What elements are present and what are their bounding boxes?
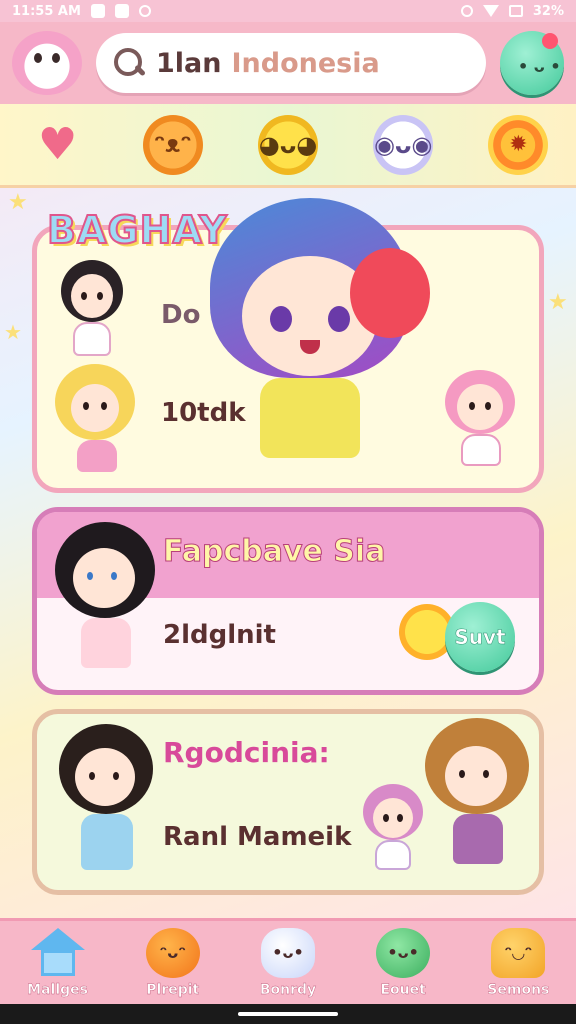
nav-label: Mallges <box>27 981 88 998</box>
chibi-character <box>421 718 531 878</box>
chibi-character <box>55 364 141 474</box>
card-value: 2ldglnit <box>163 620 276 650</box>
star-sticker: ★ <box>8 190 28 215</box>
battery-icon <box>508 5 523 17</box>
card-title: Rgodcinia: <box>163 736 330 769</box>
card-title: Fapcbave Sia <box>162 534 386 570</box>
status-bar: 11:55 AM 32% <box>0 0 576 22</box>
bear-icon[interactable]: ᵔᴥᵔ <box>142 114 203 175</box>
status-left: 11:55 AM <box>12 4 151 19</box>
avatar[interactable] <box>12 31 82 95</box>
nav-item-orange[interactable]: ᵔᴗᵔ Plrepit <box>123 927 223 998</box>
ghost-icon[interactable]: ◉ᴗ◉ <box>373 114 434 175</box>
save-button[interactable]: Suvt <box>445 602 515 672</box>
chibi-character <box>53 724 163 884</box>
bottom-navigation: Mallges ᵔᴗᵔ Plrepit •ᴗ• Bonrdy •ᴗ• Eouet… <box>0 918 576 1004</box>
search-bar[interactable]: 1lan Indonesia <box>96 33 486 93</box>
slime-face-icon: • ᴗ • <box>518 57 561 76</box>
star-sticker: ★ <box>4 320 22 344</box>
location-icon <box>460 5 473 17</box>
category-strip: ♥ ᵔᴥᵔ ◕ᴗ◕ ◉ᴗ◉ ✹ <box>0 104 576 188</box>
search-input[interactable]: 1lan Indonesia <box>156 48 380 79</box>
status-time: 11:55 AM <box>12 3 81 19</box>
nav-label: Eouet <box>380 981 426 998</box>
battery-level: 32% <box>532 3 564 19</box>
chick-icon[interactable]: ◕ᴗ◕ <box>257 114 318 175</box>
search-prefix: 1lan <box>156 47 222 79</box>
nav-label: Plrepit <box>146 981 200 998</box>
nav-item-home[interactable]: Mallges <box>8 927 108 998</box>
elephant-icon[interactable]: ᵔ◡ᵔ <box>491 927 546 978</box>
nav-label: Bonrdy <box>259 981 317 998</box>
notification-icon <box>90 4 105 18</box>
settings-icon <box>138 5 151 17</box>
status-right: 32% <box>460 3 564 19</box>
app-icon <box>114 4 129 18</box>
nav-item-apple[interactable]: •ᴗ• Eouet <box>353 927 453 998</box>
recommended-card[interactable]: Rgodcinia: Ranl Mameik <box>32 709 544 895</box>
cloud-icon[interactable]: •ᴗ• <box>260 927 315 978</box>
card-value: Ranl Mameik <box>163 822 352 852</box>
apple-icon[interactable]: •ᴗ• <box>376 927 431 978</box>
nav-item-cloud[interactable]: •ᴗ• Bonrdy <box>238 927 338 998</box>
chibi-character <box>441 370 521 470</box>
search-icon[interactable] <box>112 46 146 80</box>
heart-icon[interactable]: ♥ <box>28 115 88 175</box>
wifi-icon <box>482 5 499 17</box>
orange-icon[interactable]: ᵔᴗᵔ <box>145 927 200 978</box>
hero-character <box>190 188 430 468</box>
system-navigation-bar <box>0 1004 576 1024</box>
chibi-character <box>57 260 127 360</box>
favorite-card[interactable]: Fapcbave Sia 2ldglnit Suvt <box>32 507 544 695</box>
slime-profile-button[interactable]: • ᴗ • <box>500 31 564 95</box>
app-header: 1lan Indonesia • ᴗ • <box>0 22 576 104</box>
nav-label: Semons <box>487 981 550 998</box>
home-gesture-pill[interactable] <box>238 1012 338 1016</box>
sun-icon[interactable]: ✹ <box>488 114 549 175</box>
home-icon[interactable] <box>30 927 85 978</box>
nav-item-elephant[interactable]: ᵔ◡ᵔ Semons <box>468 927 568 998</box>
heart-balloon-icon <box>350 248 430 338</box>
search-query: Indonesia <box>231 47 380 79</box>
star-sticker: ★ <box>548 290 568 315</box>
chibi-character <box>359 784 429 874</box>
chibi-character <box>49 522 159 682</box>
